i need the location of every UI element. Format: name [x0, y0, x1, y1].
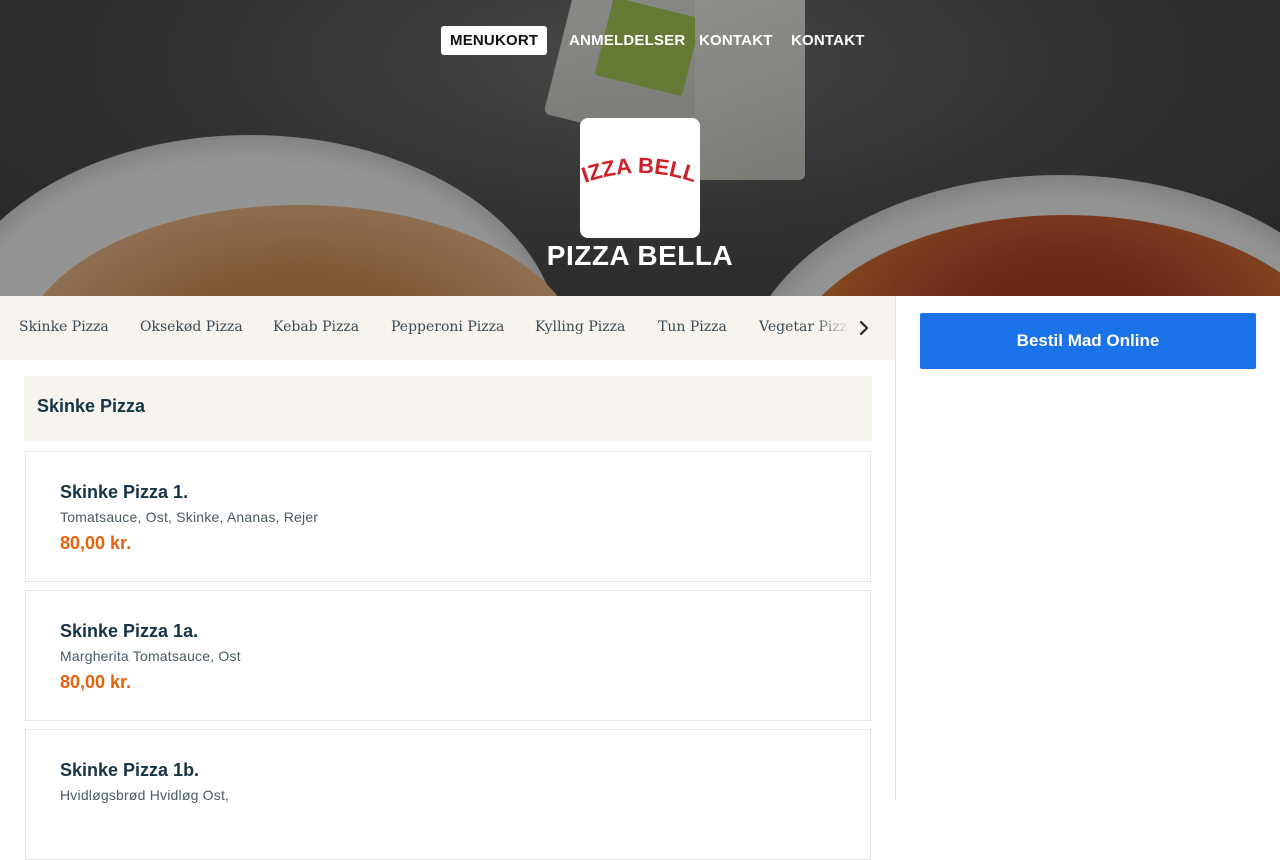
menu-item-price: 80,00 kr.	[60, 533, 132, 553]
category-strip: Skinke Pizza Oksekød Pizza Kebab Pizza P…	[0, 296, 895, 360]
logo-image: PIZZA BELLA	[580, 118, 700, 188]
nav-item-anmeldelser[interactable]: ANMELDELSER	[560, 26, 694, 55]
top-nav: MENUKORT ANMELDELSER KONTAKT KONTAKT	[0, 26, 1280, 55]
category-next-button[interactable]	[848, 312, 880, 344]
category-kebab-pizza[interactable]: Kebab Pizza	[273, 296, 359, 360]
menu-item-price: 80,00 kr.	[60, 672, 132, 692]
restaurant-logo: PIZZA BELLA	[580, 118, 700, 238]
category-skinke-pizza[interactable]: Skinke Pizza	[19, 296, 109, 360]
chevron-right-icon	[859, 321, 869, 335]
order-online-button[interactable]: Bestil Mad Online	[920, 313, 1256, 369]
category-pepperoni-pizza[interactable]: Pepperoni Pizza	[391, 296, 504, 360]
menu-item-card[interactable]: Skinke Pizza 1a. Margherita Tomatsauce, …	[25, 590, 871, 721]
menu-item-name: Skinke Pizza 1.	[60, 482, 189, 502]
nav-item-kontakt[interactable]: KONTAKT	[690, 26, 782, 55]
category-oksekod-pizza[interactable]: Oksekød Pizza	[140, 296, 243, 360]
menu-item-card[interactable]: Skinke Pizza 1b. Hvidløgsbrød Hvidløg Os…	[25, 729, 871, 860]
menu-item-name: Skinke Pizza 1b.	[60, 760, 200, 780]
menu-item-description: Hvidløgsbrød Hvidløg Ost,	[60, 787, 230, 803]
restaurant-name: PIZZA BELLA	[546, 240, 734, 271]
hero-banner: MENUKORT ANMELDELSER KONTAKT KONTAKT PIZ…	[0, 0, 1280, 296]
nav-item-kontakt-2[interactable]: KONTAKT	[782, 26, 874, 55]
category-fade	[812, 296, 852, 360]
svg-text:PIZZA BELLA: PIZZA BELLA	[580, 118, 700, 188]
menu-section-title: Skinke Pizza	[37, 396, 146, 416]
menu-item-description: Tomatsauce, Ost, Skinke, Ananas, Rejer	[60, 509, 319, 525]
menu-item-description: Margherita Tomatsauce, Ost	[60, 648, 241, 664]
menu-section-header: Skinke Pizza	[24, 376, 872, 441]
category-tun-pizza[interactable]: Tun Pizza	[658, 296, 727, 360]
menu-item-name: Skinke Pizza 1a.	[60, 621, 199, 641]
logo-text: PIZZA BELLA	[580, 118, 700, 188]
category-kylling-pizza[interactable]: Kylling Pizza	[535, 296, 625, 360]
panel-divider	[895, 296, 896, 800]
menu-item-card[interactable]: Skinke Pizza 1. Tomatsauce, Ost, Skinke,…	[25, 451, 871, 582]
nav-item-menukort[interactable]: MENUKORT	[441, 26, 548, 55]
